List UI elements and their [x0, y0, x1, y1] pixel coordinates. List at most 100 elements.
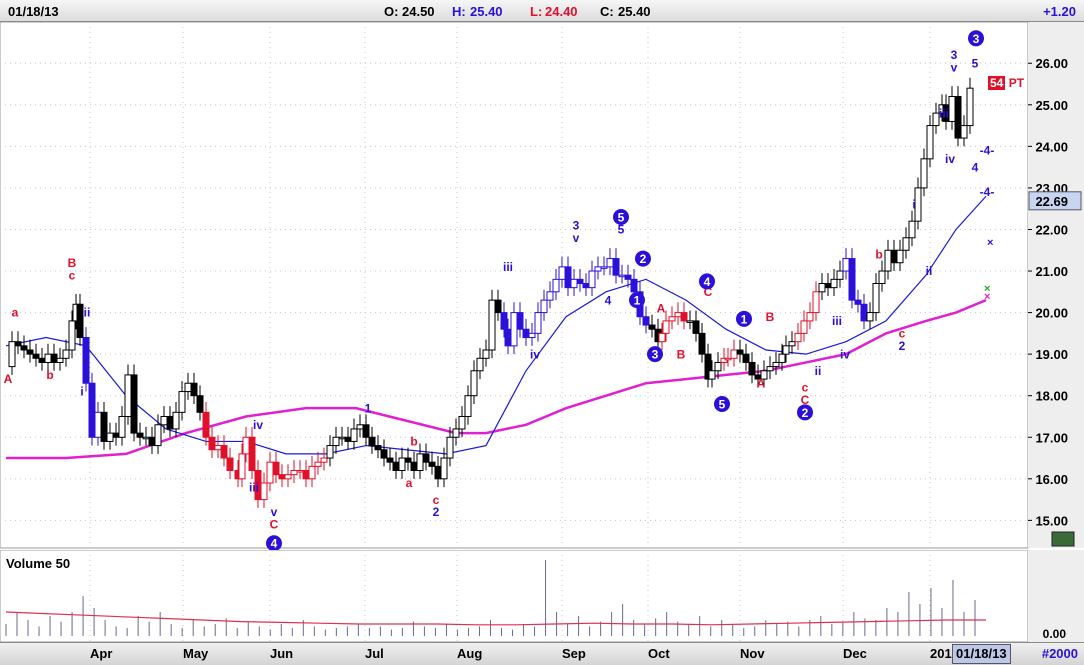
candle-body [20, 345, 28, 351]
candle-body [344, 436, 352, 442]
volume-title: Volume 50 [6, 556, 70, 571]
candle-body [582, 283, 590, 289]
candle-body [178, 391, 186, 413]
candle-body [410, 461, 418, 472]
circled-wave-label: 4 [704, 275, 711, 289]
candle-body [778, 353, 786, 363]
candle-body [854, 299, 862, 305]
candle-body [642, 316, 650, 326]
candle-body [326, 445, 334, 459]
candle-body [38, 357, 46, 363]
volume-chart[interactable]: Volume 50 0.00 [0, 550, 1084, 642]
candle-body [190, 382, 198, 397]
bull-bear-icon [1051, 531, 1075, 547]
candle-body [600, 266, 608, 269]
candle-body [818, 283, 826, 293]
candle-body [44, 353, 52, 363]
candle-body [32, 353, 40, 359]
candle-body [220, 445, 228, 459]
month-label: Jul [365, 646, 384, 661]
candle-body [272, 461, 280, 476]
wave-label: a [12, 306, 19, 320]
wave-label: b [46, 368, 53, 382]
candle-body [296, 470, 304, 473]
candle-body [594, 266, 602, 272]
candle-body [266, 461, 274, 484]
candle-body [154, 424, 162, 447]
wave-label: C [270, 518, 279, 532]
candle-body [662, 320, 670, 334]
close-value: 25.40 [618, 4, 651, 19]
header-date: 01/18/13 [8, 4, 59, 19]
candle-body [714, 361, 722, 372]
candle-body [920, 158, 928, 189]
candle-body [226, 457, 234, 472]
candle-body [88, 382, 96, 438]
wave-label: B [677, 347, 686, 361]
candle-body [142, 436, 150, 440]
wave-label: iii [249, 480, 259, 494]
wave-label: a [406, 476, 413, 490]
y-tick-label: 24.00 [1035, 139, 1068, 154]
candle-body [908, 220, 916, 239]
wave-label: A [757, 376, 766, 390]
candle-body [238, 453, 246, 480]
candle-body [76, 303, 84, 339]
circled-wave-label: 2 [802, 406, 809, 420]
y-tick-label: 17.00 [1035, 430, 1068, 445]
candle-body [540, 299, 548, 314]
candle-body [338, 436, 346, 440]
pt-badge: 54 PT [988, 76, 1025, 90]
cross-marker: × [984, 291, 990, 303]
circled-wave-label: 4 [271, 537, 278, 550]
candle-body [248, 436, 256, 472]
wave-label: b [410, 435, 417, 449]
candle-body [724, 357, 732, 361]
candle-body [260, 482, 268, 501]
candle-body [564, 266, 572, 289]
candle-body [56, 357, 64, 363]
candle-body [422, 453, 430, 463]
wave-label: iii [939, 106, 949, 120]
candle-body [878, 270, 886, 285]
price-chart[interactable]: AabBciiiiviiivC1bac2iiiiv3v54ABCABCciiii… [0, 22, 1084, 550]
candle-body [112, 432, 120, 438]
candle-body [8, 341, 16, 368]
candle-body [522, 328, 530, 339]
candle-body [386, 457, 394, 463]
wave-label: v [849, 281, 856, 295]
month-label: Nov [740, 646, 765, 661]
candle-body [902, 237, 910, 251]
candle-body [368, 436, 376, 447]
change-value: +1.20 [1043, 4, 1076, 19]
candle-body [794, 332, 802, 343]
candle-body [830, 278, 838, 289]
month-label: Dec [843, 646, 867, 661]
candle-body [124, 374, 132, 417]
y-tick-label: 25.00 [1035, 98, 1068, 113]
candle-body [208, 436, 216, 451]
candle-body [872, 283, 880, 314]
circled-wave-label: 1 [634, 294, 641, 308]
candle-body [748, 361, 756, 376]
candle-body [94, 411, 102, 438]
month-label: Jun [270, 646, 294, 661]
candle-body [766, 366, 774, 372]
y-tick-label: 22.00 [1035, 222, 1068, 237]
candle-body [476, 357, 484, 372]
symbol-id: #2000 [1041, 646, 1078, 661]
wave-label: iii [832, 314, 842, 328]
wave-label: 1 [365, 401, 372, 415]
candle-body [836, 270, 844, 280]
candle-body [866, 312, 874, 322]
month-label: 201 [930, 646, 952, 661]
candle-body [302, 470, 310, 480]
wave-label: 5 [972, 56, 979, 70]
candle-body [470, 370, 478, 397]
candle-body [242, 436, 250, 455]
last-price-label: 22.69 [1035, 194, 1068, 209]
candle-body [452, 428, 460, 438]
candle-body [362, 424, 370, 438]
wave-label: iii [503, 260, 513, 274]
candle-body [546, 291, 554, 301]
